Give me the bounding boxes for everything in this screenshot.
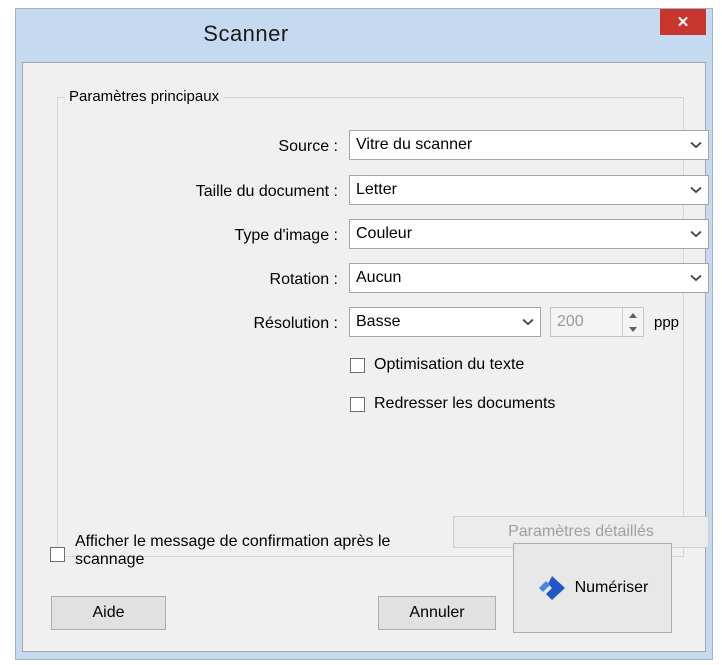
scan-icon bbox=[538, 576, 565, 600]
document-size-label: Taille du document : bbox=[195, 183, 338, 200]
chevron-down-icon[interactable] bbox=[623, 322, 643, 336]
rotation-label: Rotation : bbox=[269, 271, 338, 288]
rotation-select[interactable]: Aucun bbox=[349, 263, 709, 293]
source-value: Vitre du scanner bbox=[356, 136, 473, 153]
dpi-unit: ppp bbox=[654, 314, 680, 331]
dpi-spinner[interactable]: 200 bbox=[550, 307, 644, 337]
spinner-arrows[interactable] bbox=[622, 308, 643, 336]
chevron-down-icon bbox=[684, 230, 708, 238]
chevron-down-icon bbox=[516, 318, 540, 326]
scan-label: Numériser bbox=[574, 579, 649, 596]
correct-skew-label: Redresser les documents bbox=[374, 395, 556, 412]
rotation-value: Aucun bbox=[356, 269, 402, 286]
correct-skew-checkbox[interactable]: Redresser les documents bbox=[350, 395, 555, 413]
text-enhancement-checkbox[interactable]: Optimisation du texte bbox=[350, 356, 524, 374]
confirm-message-checkbox[interactable]: Afficher le message de confirmation aprè… bbox=[50, 533, 390, 569]
chevron-down-icon bbox=[684, 274, 708, 282]
chevron-down-icon bbox=[684, 186, 708, 194]
image-type-value: Couleur bbox=[356, 225, 413, 242]
title-bar[interactable]: Scanner ✕ bbox=[16, 9, 712, 62]
confirm-message-line2: scannage bbox=[75, 551, 145, 568]
document-size-select[interactable]: Letter bbox=[349, 175, 709, 205]
source-select[interactable]: Vitre du scanner bbox=[349, 130, 709, 160]
document-size-value: Letter bbox=[356, 181, 397, 198]
resolution-label: Résolution : bbox=[253, 315, 339, 332]
text-enhancement-label: Optimisation du texte bbox=[374, 356, 525, 373]
close-button[interactable]: ✕ bbox=[660, 9, 706, 35]
main-settings-group: Paramètres principaux Source : Vitre du … bbox=[57, 88, 709, 557]
main-settings-label: Paramètres principaux bbox=[65, 88, 224, 105]
confirm-message-label: Afficher le message de confirmation aprè… bbox=[75, 533, 390, 569]
chevron-up-icon[interactable] bbox=[623, 308, 643, 322]
window-title: Scanner bbox=[203, 21, 289, 46]
resolution-value: Basse bbox=[356, 313, 401, 330]
checkbox-box[interactable] bbox=[350, 396, 365, 412]
scan-button[interactable]: Numériser bbox=[513, 543, 672, 633]
confirm-message-line1: Afficher le message de confirmation aprè… bbox=[75, 533, 391, 550]
source-label: Source : bbox=[278, 138, 338, 155]
chevron-down-icon bbox=[684, 141, 708, 149]
help-button[interactable]: Aide bbox=[51, 596, 166, 630]
resolution-select[interactable]: Basse bbox=[349, 307, 541, 337]
dialog-body: Paramètres principaux Source : Vitre du … bbox=[22, 62, 709, 652]
cancel-button[interactable]: Annuler bbox=[378, 596, 496, 630]
close-icon: ✕ bbox=[676, 14, 690, 31]
image-type-label: Type d'image : bbox=[234, 227, 338, 244]
image-type-select[interactable]: Couleur bbox=[349, 219, 709, 249]
dpi-value: 200 bbox=[557, 313, 584, 330]
checkbox-box[interactable] bbox=[50, 547, 65, 562]
checkbox-box[interactable] bbox=[350, 357, 365, 373]
scanner-window: Scanner ✕ Paramètres principaux Source :… bbox=[15, 8, 713, 660]
